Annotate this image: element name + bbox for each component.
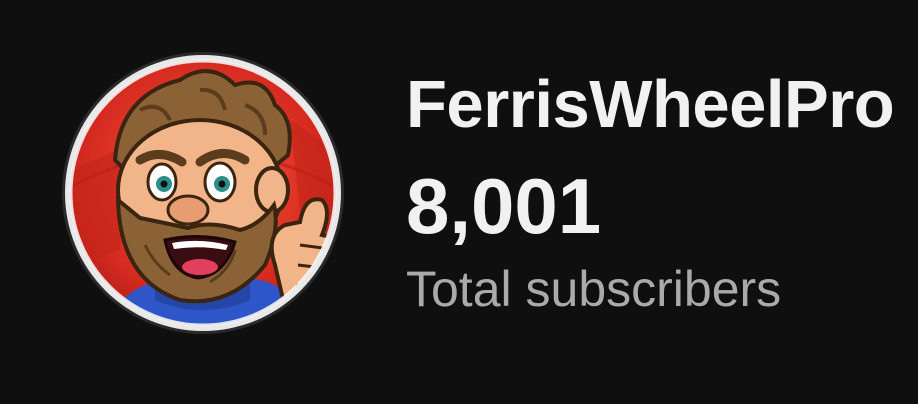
channel-info: FerrisWheelPro 8,001 Total subscribers bbox=[406, 60, 906, 324]
channel-avatar[interactable] bbox=[60, 50, 346, 336]
channel-stats-card: FerrisWheelPro 8,001 Total subscribers bbox=[0, 0, 918, 404]
subscriber-count: 8,001 bbox=[406, 162, 602, 250]
channel-name[interactable]: FerrisWheelPro bbox=[406, 60, 906, 150]
bearded-man-avatar-icon bbox=[62, 52, 344, 334]
subscriber-label: Total subscribers bbox=[406, 261, 782, 317]
